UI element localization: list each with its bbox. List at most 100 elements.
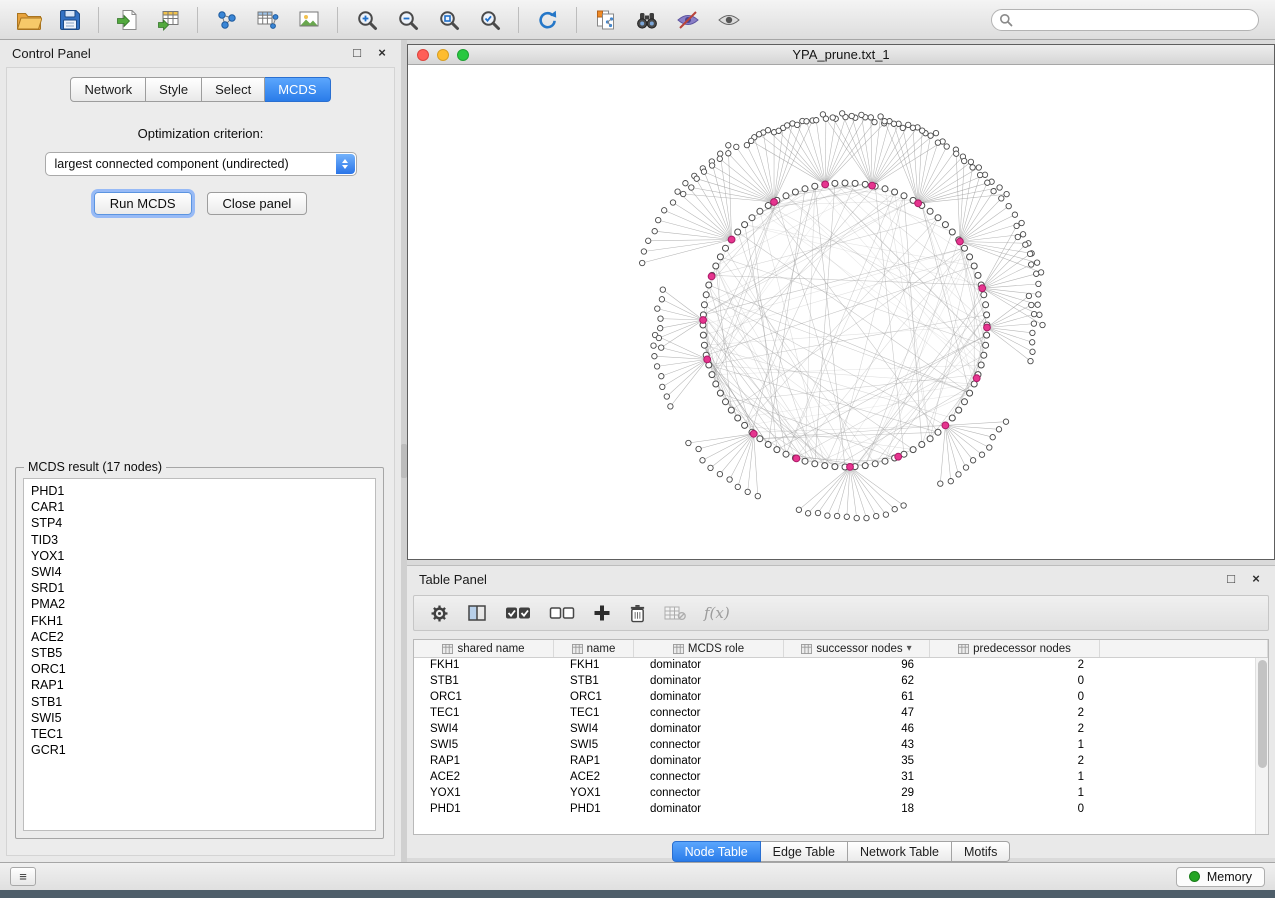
criterion-dropdown[interactable]: largest connected component (undirected) [45, 152, 357, 176]
cell-role: connector [634, 706, 784, 722]
table-row[interactable]: FKH1FKH1dominator962 [414, 658, 1268, 674]
close-control-panel-icon[interactable]: × [375, 46, 389, 60]
tab-node-table[interactable]: Node Table [672, 841, 761, 862]
delete-row-button[interactable] [629, 604, 646, 623]
float-panel-icon[interactable]: □ [350, 46, 364, 60]
table-scrollbar[interactable] [1255, 658, 1268, 834]
mcds-result-item[interactable]: PMA2 [24, 596, 375, 612]
table-row[interactable]: PHD1PHD1dominator180 [414, 802, 1268, 818]
show-graphics-button[interactable] [710, 5, 747, 35]
mcds-result-item[interactable]: GCR1 [24, 742, 375, 758]
zoom-fit-button[interactable] [430, 5, 467, 35]
clone-network-button[interactable] [587, 5, 624, 35]
menu-button[interactable]: ≡ [10, 867, 36, 886]
columns-icon [467, 604, 487, 622]
mcds-result-item[interactable]: PHD1 [24, 483, 375, 499]
select-all-button[interactable] [505, 605, 531, 621]
select-all-icon [505, 605, 531, 621]
mcds-result-list[interactable]: PHD1CAR1STP4TID3YOX1SWI4SRD1PMA2FKH1ACE2… [23, 478, 376, 831]
optimization-criterion-label: Optimization criterion: [7, 126, 394, 141]
find-button[interactable] [628, 5, 665, 35]
zoom-out-button[interactable] [389, 5, 426, 35]
close-table-panel-icon[interactable]: × [1249, 572, 1263, 586]
mcds-result-item[interactable]: ORC1 [24, 661, 375, 677]
application-window: Control Panel □ × NetworkStyleSelectMCDS… [0, 0, 1275, 898]
cell-successors: 46 [784, 722, 930, 738]
close-panel-button[interactable]: Close panel [207, 192, 308, 215]
table-row[interactable]: YOX1YOX1connector291 [414, 786, 1268, 802]
column-header-successor-nodes[interactable]: successor nodes▾ [784, 640, 930, 657]
cell-shared_name: PHD1 [414, 802, 554, 818]
export-image-button[interactable] [290, 5, 327, 35]
column-header-predecessor-nodes[interactable]: predecessor nodes [930, 640, 1100, 657]
table-settings-button[interactable] [430, 604, 449, 623]
mcds-result-item[interactable]: STB1 [24, 694, 375, 710]
run-mcds-button[interactable]: Run MCDS [94, 192, 192, 215]
refresh-button[interactable] [529, 5, 566, 35]
table-row[interactable]: SWI4SWI4dominator462 [414, 722, 1268, 738]
float-table-panel-icon[interactable]: □ [1224, 572, 1238, 586]
minimize-window-button[interactable] [437, 49, 449, 61]
zoom-selected-icon [478, 9, 502, 31]
mcds-result-item[interactable]: SWI4 [24, 564, 375, 580]
mcds-result-item[interactable]: STP4 [24, 515, 375, 531]
column-header-name[interactable]: name [554, 640, 634, 657]
toggle-graphics-details-button[interactable] [669, 5, 706, 35]
mcds-result-item[interactable]: STB5 [24, 645, 375, 661]
network-canvas-svg[interactable] [408, 65, 1274, 559]
network-from-table-button[interactable] [249, 5, 286, 35]
network-window-titlebar[interactable]: YPA_prune.txt_1 [408, 45, 1274, 65]
save-button[interactable] [51, 5, 88, 35]
close-window-button[interactable] [417, 49, 429, 61]
zoom-selected-button[interactable] [471, 5, 508, 35]
mcds-result-item[interactable]: CAR1 [24, 499, 375, 515]
table-row[interactable]: RAP1RAP1dominator352 [414, 754, 1268, 770]
cell-name: TEC1 [554, 706, 634, 722]
mcds-result-item[interactable]: TEC1 [24, 726, 375, 742]
control-panel-header: Control Panel □ × [0, 40, 401, 66]
table-row[interactable]: STB1STB1dominator620 [414, 674, 1268, 690]
add-row-button[interactable] [593, 604, 611, 622]
table-row[interactable]: TEC1TEC1connector472 [414, 706, 1268, 722]
tab-mcds[interactable]: MCDS [265, 77, 330, 102]
search-icon [999, 13, 1013, 27]
cell-name: FKH1 [554, 658, 634, 674]
table-row[interactable]: ORC1ORC1dominator610 [414, 690, 1268, 706]
mcds-result-item[interactable]: SRD1 [24, 580, 375, 596]
tab-edge-table[interactable]: Edge Table [761, 841, 848, 862]
column-header-shared-name[interactable]: shared name [414, 640, 554, 657]
memory-button[interactable]: Memory [1176, 867, 1265, 887]
cell-name: ORC1 [554, 690, 634, 706]
mcds-result-item[interactable]: ACE2 [24, 629, 375, 645]
table-panel-window-controls: □ × [1224, 572, 1263, 586]
table-row[interactable]: ACE2ACE2connector311 [414, 770, 1268, 786]
tab-motifs[interactable]: Motifs [952, 841, 1010, 862]
tab-select[interactable]: Select [202, 77, 265, 102]
column-header-MCDS-role[interactable]: MCDS role [634, 640, 784, 657]
mcds-result-item[interactable]: SWI5 [24, 710, 375, 726]
maximize-window-button[interactable] [457, 49, 469, 61]
import-table-file-button[interactable] [150, 5, 187, 35]
mcds-result-item[interactable]: YOX1 [24, 548, 375, 564]
tab-network[interactable]: Network [70, 77, 146, 102]
tab-style[interactable]: Style [146, 77, 202, 102]
zoom-in-button[interactable] [348, 5, 385, 35]
search-input[interactable] [991, 9, 1259, 31]
mcds-result-item[interactable]: FKH1 [24, 613, 375, 629]
table-panel: Table Panel □ × [407, 565, 1275, 858]
mcds-result-item[interactable]: TID3 [24, 532, 375, 548]
tab-network-table[interactable]: Network Table [848, 841, 952, 862]
table-row[interactable]: SWI5SWI5connector431 [414, 738, 1268, 754]
column-header-filler [1100, 640, 1268, 657]
control-panel: Control Panel □ × NetworkStyleSelectMCDS… [0, 40, 401, 862]
cell-role: dominator [634, 674, 784, 690]
show-columns-button[interactable] [467, 604, 487, 622]
unselect-all-button[interactable] [549, 605, 575, 621]
mcds-result-item[interactable]: RAP1 [24, 677, 375, 693]
cell-filler [1100, 690, 1268, 706]
new-network-button[interactable] [208, 5, 245, 35]
network-window: YPA_prune.txt_1 [407, 44, 1275, 560]
open-button[interactable] [10, 5, 47, 35]
import-network-file-button[interactable] [109, 5, 146, 35]
table-scrollbar-thumb[interactable] [1258, 660, 1267, 768]
